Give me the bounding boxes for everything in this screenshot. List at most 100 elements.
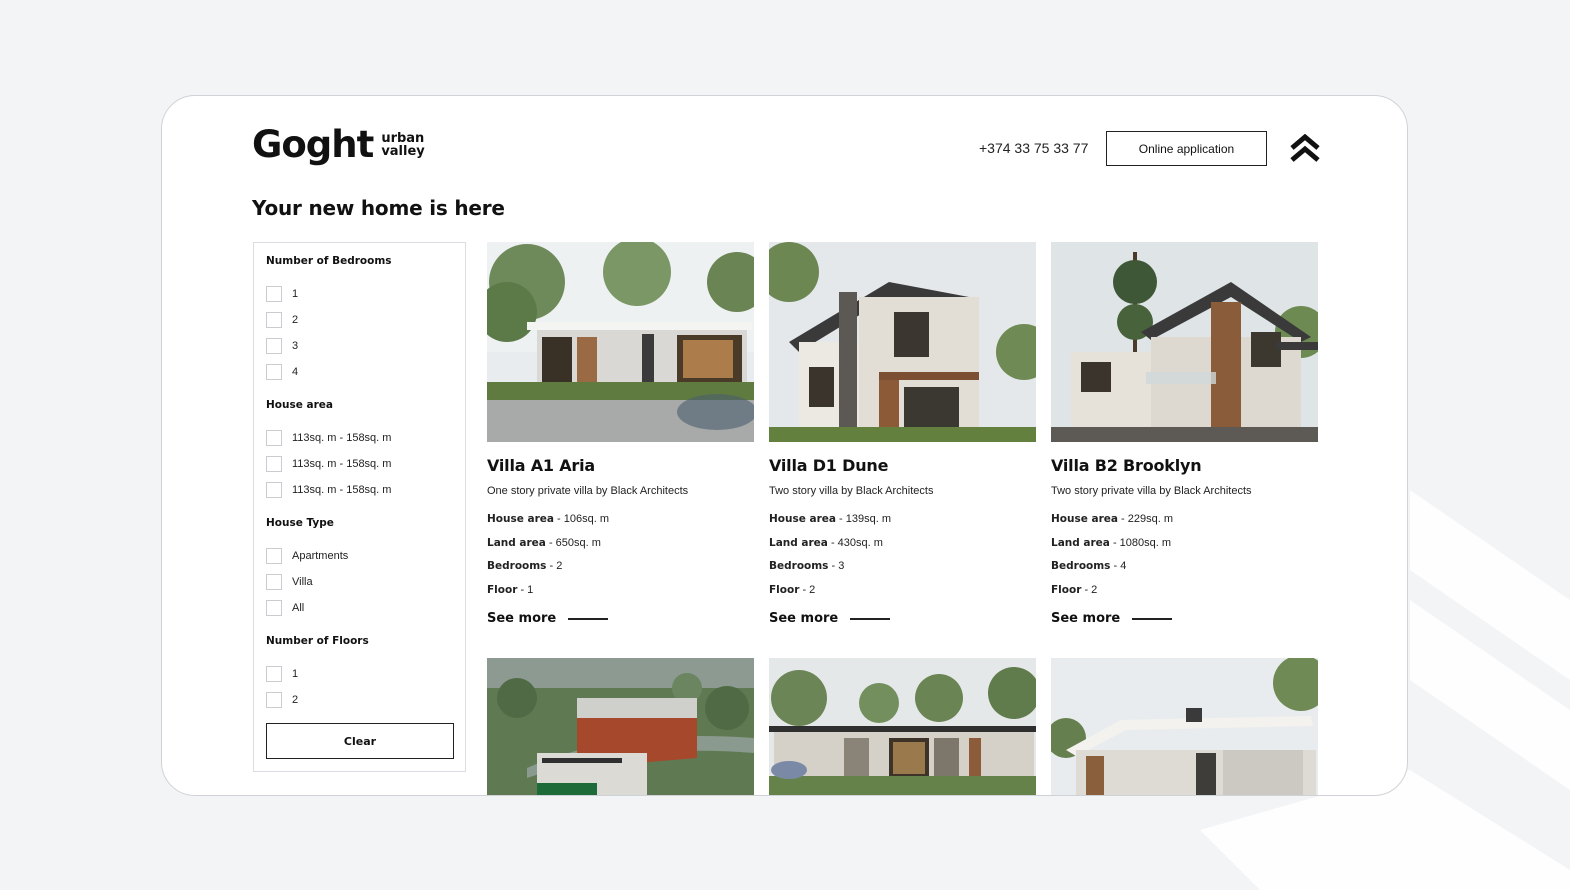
spec-label: Floor — [769, 583, 800, 596]
spec-value: - 106sq. m — [553, 513, 610, 525]
spec-label: House area — [1051, 513, 1118, 525]
filter-title: House area — [266, 399, 333, 411]
see-more-line — [850, 617, 891, 620]
see-more-line — [568, 617, 609, 620]
see-more-line — [1132, 617, 1173, 620]
filter-option-label: Villa — [292, 576, 313, 588]
filter-option-label: 4 — [292, 366, 299, 378]
spec-bedrooms: Bedrooms - 2 — [487, 560, 754, 584]
listing-description: Two story villa by Black Architects — [769, 485, 934, 497]
filter-option-label: 2 — [292, 694, 299, 706]
brand-sub-line1: urban — [381, 130, 425, 146]
filter-title: Number of Floors — [266, 635, 369, 647]
spec-label: Land area — [769, 536, 828, 549]
spec-house-area: House area - 106sq. m — [487, 513, 754, 537]
app-window: Goght urban valley +374 33 75 33 77 Onli… — [161, 95, 1408, 796]
filter-title: House Type — [266, 517, 334, 529]
listing-card[interactable]: Villa A1 Aria One story private villa by… — [487, 242, 754, 626]
spec-house-area: House area - 139sq. m — [769, 513, 1036, 537]
spec-value: - 2 — [799, 583, 816, 596]
see-more-link[interactable]: See more — [1051, 611, 1318, 626]
checkbox[interactable] — [266, 548, 282, 564]
brand-logo[interactable]: Goght urban valley — [252, 126, 425, 163]
listing-card[interactable]: Villa B2 Brooklyn Two story private vill… — [1051, 242, 1318, 626]
listing-title[interactable]: Villa A1 Aria — [487, 456, 754, 475]
filter-option[interactable]: 113sq. m - 158sq. m — [266, 451, 453, 477]
see-more-link[interactable]: See more — [769, 611, 1036, 626]
checkbox[interactable] — [266, 600, 282, 616]
filter-group-bedrooms: Number of Bedrooms 1 2 3 4 — [266, 255, 453, 385]
brand-subtitle: urban valley — [381, 132, 424, 158]
brand-name: Goght — [252, 123, 374, 166]
listing-photo[interactable] — [1051, 658, 1318, 795]
filter-option[interactable]: Villa — [266, 569, 453, 595]
spec-label: Bedrooms — [1051, 560, 1111, 572]
listing-card[interactable]: Villa D1 Dune Two story villa by Black A… — [769, 242, 1036, 626]
checkbox[interactable] — [266, 456, 282, 472]
spec-floor: Floor - 2 — [1051, 584, 1318, 608]
spec-value: - 1 — [517, 583, 534, 596]
filter-option-label: 113sq. m - 158sq. m — [292, 484, 392, 496]
filter-option[interactable]: Apartments — [266, 543, 453, 569]
spec-house-area: House area - 229sq. m — [1051, 513, 1318, 537]
spec-label: Bedrooms — [487, 560, 547, 572]
filter-option[interactable]: 2 — [266, 307, 453, 333]
filter-option[interactable]: 4 — [266, 359, 453, 385]
filter-group-floors: Number of Floors 1 2 — [266, 635, 453, 713]
filter-option[interactable]: 113sq. m - 158sq. m — [266, 425, 453, 451]
checkbox[interactable] — [266, 482, 282, 498]
filter-option[interactable]: 2 — [266, 687, 453, 713]
spec-value: - 3 — [828, 560, 845, 572]
see-more-label: See more — [1051, 611, 1121, 626]
listing-photo[interactable] — [769, 242, 1036, 442]
listing-photo[interactable] — [769, 658, 1036, 795]
filter-group-type: House Type Apartments Villa All — [266, 517, 453, 621]
see-more-label: See more — [769, 611, 839, 626]
spec-land-area: Land area - 650sq. m — [487, 537, 754, 561]
checkbox[interactable] — [266, 692, 282, 708]
spec-floor: Floor - 2 — [769, 584, 1036, 608]
page-title: Your new home is here — [252, 196, 505, 220]
spec-label: Floor — [487, 583, 518, 596]
spec-label: Bedrooms — [769, 560, 829, 572]
filter-option[interactable]: 3 — [266, 333, 453, 359]
filter-option-label: 2 — [292, 314, 299, 326]
checkbox[interactable] — [266, 286, 282, 302]
filter-option-label: 1 — [292, 288, 299, 300]
filter-option-label: 113sq. m - 158sq. m — [292, 432, 392, 444]
filter-option-label: All — [292, 602, 305, 614]
spec-value: - 2 — [1081, 583, 1098, 596]
filter-option-label: Apartments — [292, 550, 349, 562]
spec-label: House area — [769, 513, 836, 525]
listing-photo[interactable] — [487, 242, 754, 442]
brand-sub-line2: valley — [381, 143, 425, 159]
listing-description: One story private villa by Black Archite… — [487, 485, 689, 497]
spec-value: - 1080sq. m — [1109, 536, 1172, 549]
filter-option[interactable]: 113sq. m - 158sq. m — [266, 477, 453, 503]
phone-number[interactable]: +374 33 75 33 77 — [979, 140, 1088, 156]
see-more-link[interactable]: See more — [487, 611, 754, 626]
listing-title[interactable]: Villa B2 Brooklyn — [1051, 456, 1318, 475]
spec-value: - 139sq. m — [835, 513, 892, 525]
listing-photo[interactable] — [487, 658, 754, 795]
checkbox[interactable] — [266, 574, 282, 590]
filter-option[interactable]: 1 — [266, 661, 453, 687]
filter-option[interactable]: All — [266, 595, 453, 621]
listing-title[interactable]: Villa D1 Dune — [769, 456, 1036, 475]
filter-option[interactable]: 1 — [266, 281, 453, 307]
checkbox[interactable] — [266, 430, 282, 446]
spec-value: - 2 — [546, 560, 563, 572]
listing-description: Two story private villa by Black Archite… — [1051, 485, 1252, 497]
filter-option-label: 1 — [292, 668, 299, 680]
listing-photo[interactable] — [1051, 242, 1318, 442]
checkbox[interactable] — [266, 364, 282, 380]
spec-value: - 650sq. m — [545, 536, 601, 549]
spec-label: Land area — [487, 536, 546, 549]
spec-label: Floor — [1051, 583, 1082, 596]
checkbox[interactable] — [266, 338, 282, 354]
double-chevron-up-icon[interactable] — [1289, 134, 1321, 164]
clear-filters-button[interactable]: Clear — [266, 723, 454, 759]
checkbox[interactable] — [266, 666, 282, 682]
checkbox[interactable] — [266, 312, 282, 328]
online-application-button[interactable]: Online application — [1106, 131, 1267, 166]
